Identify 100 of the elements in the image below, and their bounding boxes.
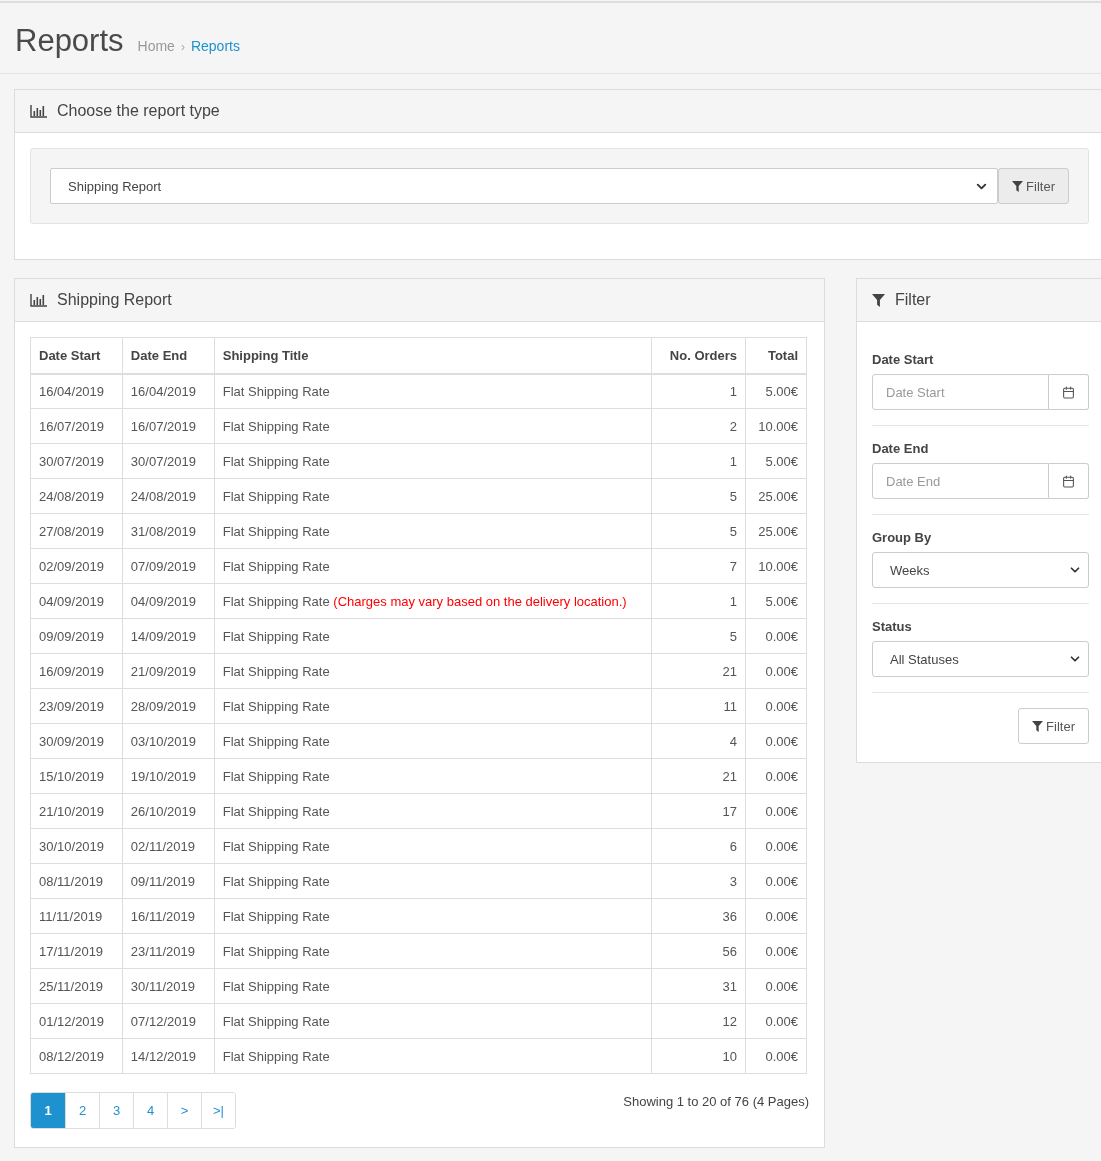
table-cell: 23/11/2019 bbox=[122, 933, 215, 969]
table-cell: 23/09/2019 bbox=[30, 688, 123, 724]
table-cell: 21 bbox=[651, 758, 746, 794]
table-cell: 09/11/2019 bbox=[122, 863, 215, 899]
table-cell: 21 bbox=[651, 653, 746, 689]
table-cell: 02/09/2019 bbox=[30, 548, 123, 584]
table-cell: 10 bbox=[651, 1038, 746, 1074]
breadcrumb-link[interactable]: Home bbox=[137, 38, 175, 54]
table-cell: 30/09/2019 bbox=[30, 723, 123, 759]
table-cell: Flat Shipping Rate bbox=[214, 898, 651, 934]
table-cell: 0.00€ bbox=[745, 898, 807, 934]
calendar-icon bbox=[1062, 474, 1075, 488]
table-cell: 04/09/2019 bbox=[30, 583, 123, 619]
table-cell: 6 bbox=[651, 828, 746, 864]
table-cell: 27/08/2019 bbox=[30, 513, 123, 549]
table-cell: 0.00€ bbox=[745, 618, 807, 654]
field-label: Group By bbox=[872, 530, 933, 545]
report-type-select[interactable]: Shipping Report bbox=[50, 168, 999, 204]
table-cell: 0.00€ bbox=[745, 1038, 807, 1074]
breadcrumb-link[interactable]: Reports bbox=[190, 38, 240, 54]
table-cell: 14/12/2019 bbox=[122, 1038, 215, 1074]
table-cell: Flat Shipping Rate bbox=[214, 478, 651, 514]
table-cell: 16/04/2019 bbox=[30, 373, 123, 409]
table-cell: 0.00€ bbox=[745, 863, 807, 899]
page-link[interactable]: 1 bbox=[31, 1093, 65, 1128]
table-cell: 5.00€ bbox=[745, 583, 807, 619]
table-cell: 26/10/2019 bbox=[122, 793, 215, 829]
table-cell: 1 bbox=[651, 373, 746, 409]
table-cell: Flat Shipping Rate bbox=[214, 653, 651, 689]
filter-icon bbox=[1012, 180, 1024, 192]
table-cell: Flat Shipping Rate bbox=[214, 758, 651, 794]
table-cell: Flat Shipping Rate bbox=[214, 688, 651, 724]
table-cell: 0.00€ bbox=[745, 688, 807, 724]
table-cell: Flat Shipping Rate bbox=[214, 408, 651, 444]
table-cell: 1 bbox=[651, 583, 746, 619]
table-cell: 10.00€ bbox=[745, 548, 807, 584]
select-field[interactable]: All Statuses bbox=[872, 641, 1089, 677]
table-cell: Flat Shipping Rate bbox=[214, 373, 651, 409]
table-cell: 0.00€ bbox=[745, 968, 807, 1004]
bar-chart-icon bbox=[30, 104, 47, 118]
table-cell: Flat Shipping Rate bbox=[214, 443, 651, 479]
select-field[interactable]: Weeks bbox=[872, 552, 1089, 588]
table-cell: Flat Shipping Rate bbox=[214, 1038, 651, 1074]
table-cell: 28/09/2019 bbox=[122, 688, 215, 724]
table-cell: 16/04/2019 bbox=[122, 373, 215, 409]
table-cell: 30/11/2019 bbox=[122, 968, 215, 1004]
table-cell: 16/11/2019 bbox=[122, 898, 215, 934]
table-cell: 0.00€ bbox=[745, 758, 807, 794]
table-cell: 12 bbox=[651, 1003, 746, 1039]
table-cell: 30/10/2019 bbox=[30, 828, 123, 864]
table-cell: 14/09/2019 bbox=[122, 618, 215, 654]
table-cell: Flat Shipping Rate bbox=[214, 513, 651, 549]
table-cell: 07/09/2019 bbox=[122, 548, 215, 584]
table-cell: 15/10/2019 bbox=[30, 758, 123, 794]
table-cell: 10.00€ bbox=[745, 408, 807, 444]
page-title: Reports bbox=[15, 23, 124, 59]
panel-title: Shipping Report bbox=[57, 291, 172, 309]
bar-chart-icon bbox=[30, 293, 47, 307]
calendar-button[interactable] bbox=[1049, 463, 1089, 499]
table-cell: 31/08/2019 bbox=[122, 513, 215, 549]
table-cell: Flat Shipping Rate bbox=[214, 828, 651, 864]
column-header: Total bbox=[745, 337, 807, 374]
calendar-button[interactable] bbox=[1049, 374, 1089, 410]
table-cell: 0.00€ bbox=[745, 723, 807, 759]
table-cell: 4 bbox=[651, 723, 746, 759]
table-cell: 5.00€ bbox=[745, 373, 807, 409]
panel-title: Choose the report type bbox=[57, 102, 220, 120]
table-cell: 0.00€ bbox=[745, 828, 807, 864]
table-cell: Flat Shipping Rate bbox=[214, 968, 651, 1004]
field-label: Date End bbox=[872, 441, 930, 456]
table-cell: 3 bbox=[651, 863, 746, 899]
field-label: Date Start bbox=[872, 352, 935, 367]
column-header: Date Start bbox=[30, 337, 123, 374]
table-cell: 56 bbox=[651, 933, 746, 969]
table-cell: 2 bbox=[651, 408, 746, 444]
table-cell: 0.00€ bbox=[745, 793, 807, 829]
table-cell: Flat Shipping Rate bbox=[214, 1003, 651, 1039]
table-cell: 19/10/2019 bbox=[122, 758, 215, 794]
table-cell: 11 bbox=[651, 688, 746, 724]
table-cell: 16/09/2019 bbox=[30, 653, 123, 689]
panel-title: Filter bbox=[895, 291, 931, 309]
table-cell: 5 bbox=[651, 618, 746, 654]
filter-button[interactable]: Filter bbox=[1018, 708, 1089, 744]
table-cell: 09/09/2019 bbox=[30, 618, 123, 654]
table-cell: 04/09/2019 bbox=[122, 583, 215, 619]
date-field[interactable]: Date Start bbox=[872, 374, 1049, 410]
column-header: No. Orders bbox=[651, 337, 746, 374]
table-cell: 1 bbox=[651, 443, 746, 479]
table-cell: 02/11/2019 bbox=[122, 828, 215, 864]
filter-icon bbox=[872, 293, 885, 307]
table-cell: Flat Shipping Rate bbox=[214, 548, 651, 584]
page-link[interactable]: >| bbox=[201, 1093, 235, 1128]
table-cell: Flat Shipping Rate bbox=[214, 618, 651, 654]
table-cell: 01/12/2019 bbox=[30, 1003, 123, 1039]
table-cell: 36 bbox=[651, 898, 746, 934]
table-cell: 25.00€ bbox=[745, 478, 807, 514]
calendar-icon bbox=[1062, 385, 1075, 399]
date-field[interactable]: Date End bbox=[872, 463, 1049, 499]
filter-button[interactable]: Filter bbox=[998, 168, 1069, 204]
column-header: Shipping Title bbox=[214, 337, 651, 374]
